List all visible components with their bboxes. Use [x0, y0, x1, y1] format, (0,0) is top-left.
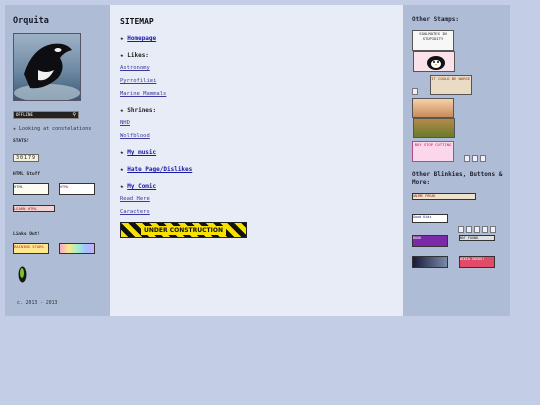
blinkie-good-kidz: Good Kidz	[412, 214, 448, 223]
comic-link[interactable]: My Comic	[127, 183, 156, 190]
blinkie-wikia-sucks: WIKIA SUCKS!	[458, 256, 495, 268]
status-line: ★ Looking at constelations	[13, 126, 103, 132]
stamps-row-3	[412, 98, 504, 138]
music-entry: ★ My music	[120, 149, 394, 156]
stamp-could-be-worse: IT COULD BE WORSE	[429, 75, 472, 95]
blinkies-row-3: BOOK NOT FOUND	[412, 235, 504, 254]
broken-image-icon	[412, 88, 418, 95]
copyright: c. 2013 - 2013	[17, 301, 58, 306]
stamp-forest	[413, 118, 455, 138]
rainbow-button[interactable]	[58, 243, 95, 254]
search-icon: ⚲	[72, 112, 76, 118]
sitemap-heading: SITEMAP	[120, 17, 154, 26]
homepage-entry: ★ Homepage	[120, 35, 394, 42]
status-text: Looking at constelations	[19, 126, 92, 132]
html-buttons-row-2: LEARN HTML	[13, 205, 103, 224]
blinkie-anime-freak: ANIME FREAK	[412, 193, 476, 200]
star-icon: ★	[120, 35, 124, 42]
star-icon: ★	[120, 149, 124, 156]
broken-image-icon	[479, 155, 486, 162]
stats-label: STATS!	[13, 139, 30, 144]
site-title: Orquita	[13, 16, 49, 26]
hit-counter: 30179	[13, 154, 40, 162]
under-construction-text: UNDER CONSTRUCTION	[141, 225, 226, 235]
likes-link-astronomy[interactable]: Astronomy	[120, 65, 394, 71]
likes-heading-text: Likes:	[127, 52, 149, 59]
star-icon: ★	[13, 126, 17, 132]
orca-avatar	[13, 33, 81, 101]
hate-page-link[interactable]: Hate Page/Dislikes	[127, 166, 192, 173]
broken-image-icon	[481, 226, 488, 233]
html-button-1[interactable]: HTML	[13, 183, 49, 195]
left-sidebar: Orquita OFFLINE ⚲ ★ Looking at constelat…	[5, 5, 110, 316]
html-stuff-label: HTML Stuff	[13, 172, 41, 177]
star-icon: ★	[120, 166, 124, 173]
hate-page-entry: ★ Hate Page/Dislikes	[120, 166, 394, 173]
stamp-penguin	[413, 51, 455, 72]
stamp-anime-girl	[412, 98, 454, 118]
likes-heading: ★ Likes:	[120, 52, 394, 59]
shrines-heading: ★ Shrines:	[120, 107, 394, 114]
green-gem-icon	[13, 266, 103, 287]
stamp-soulmates: SOULMATES IN STUPIDITY	[412, 30, 454, 51]
likes-link-marine-mammals[interactable]: Marine Mammals	[120, 91, 394, 97]
right-sidebar: Other Stamps: SOULMATES IN STUPIDITY IT …	[403, 5, 510, 316]
shrines-link-nhd[interactable]: NHD	[120, 120, 394, 126]
broken-image-icon	[457, 226, 464, 233]
broken-image-icon	[489, 226, 496, 233]
blinkie-book: BOOK	[412, 235, 448, 247]
links-out-label: Links Out!	[13, 232, 41, 237]
broken-image-icon	[465, 226, 472, 233]
blinkies-row-1: ANIME FREAK	[412, 193, 504, 212]
links-out-row: RAINING STARS	[13, 243, 103, 262]
broken-image-icon	[471, 155, 478, 162]
homepage-link[interactable]: Homepage	[127, 35, 156, 42]
other-blinkies-heading: Other Blinkies, Buttons & More:	[412, 171, 503, 186]
stamps-row-4: BOY STOP CUTTING	[412, 141, 504, 162]
likes-link-pyrrofiliei[interactable]: Pyrrofiliei	[120, 78, 394, 84]
stamps-row-2: IT COULD BE WORSE	[412, 75, 504, 95]
stamp-boy-stop: BOY STOP CUTTING	[412, 141, 454, 162]
html-button-2[interactable]: HTML	[58, 183, 95, 195]
learn-html-button[interactable]: LEARN HTML	[13, 205, 55, 212]
shrines-heading-text: Shrines:	[127, 107, 157, 114]
shrines-link-wolfblood[interactable]: Wolfblood	[120, 133, 394, 139]
blinkie-stars	[412, 256, 448, 268]
comic-entry: ★ My Comic	[120, 183, 394, 190]
under-construction-banner: UNDER CONSTRUCTION	[120, 222, 247, 238]
broken-image-icon	[473, 226, 480, 233]
blinkie-not-found: NOT FOUND	[458, 235, 495, 241]
star-icon: ★	[120, 52, 124, 59]
html-buttons-row: HTML HTML	[13, 183, 103, 202]
raining-stars-button[interactable]: RAINING STARS	[13, 243, 49, 254]
music-link[interactable]: My music	[127, 149, 156, 156]
comic-read-here-link[interactable]: Read Here	[120, 196, 394, 202]
comic-characters-link[interactable]: Caracters	[120, 209, 394, 215]
main-content: SITEMAP ★ Homepage ★ Likes: Astronomy Py…	[110, 5, 403, 316]
blinkies-row-4: WIKIA SUCKS!	[412, 256, 504, 275]
other-stamps-heading: Other Stamps:	[412, 16, 459, 23]
broken-image-icon	[463, 155, 470, 162]
star-icon: ★	[120, 183, 124, 190]
offline-status-badge: OFFLINE ⚲	[13, 111, 79, 119]
stamps-row-1: SOULMATES IN STUPIDITY	[412, 30, 504, 72]
blinkies-row-2: Good Kidz	[412, 214, 504, 233]
star-icon: ★	[120, 107, 124, 114]
offline-label: OFFLINE	[16, 112, 33, 117]
